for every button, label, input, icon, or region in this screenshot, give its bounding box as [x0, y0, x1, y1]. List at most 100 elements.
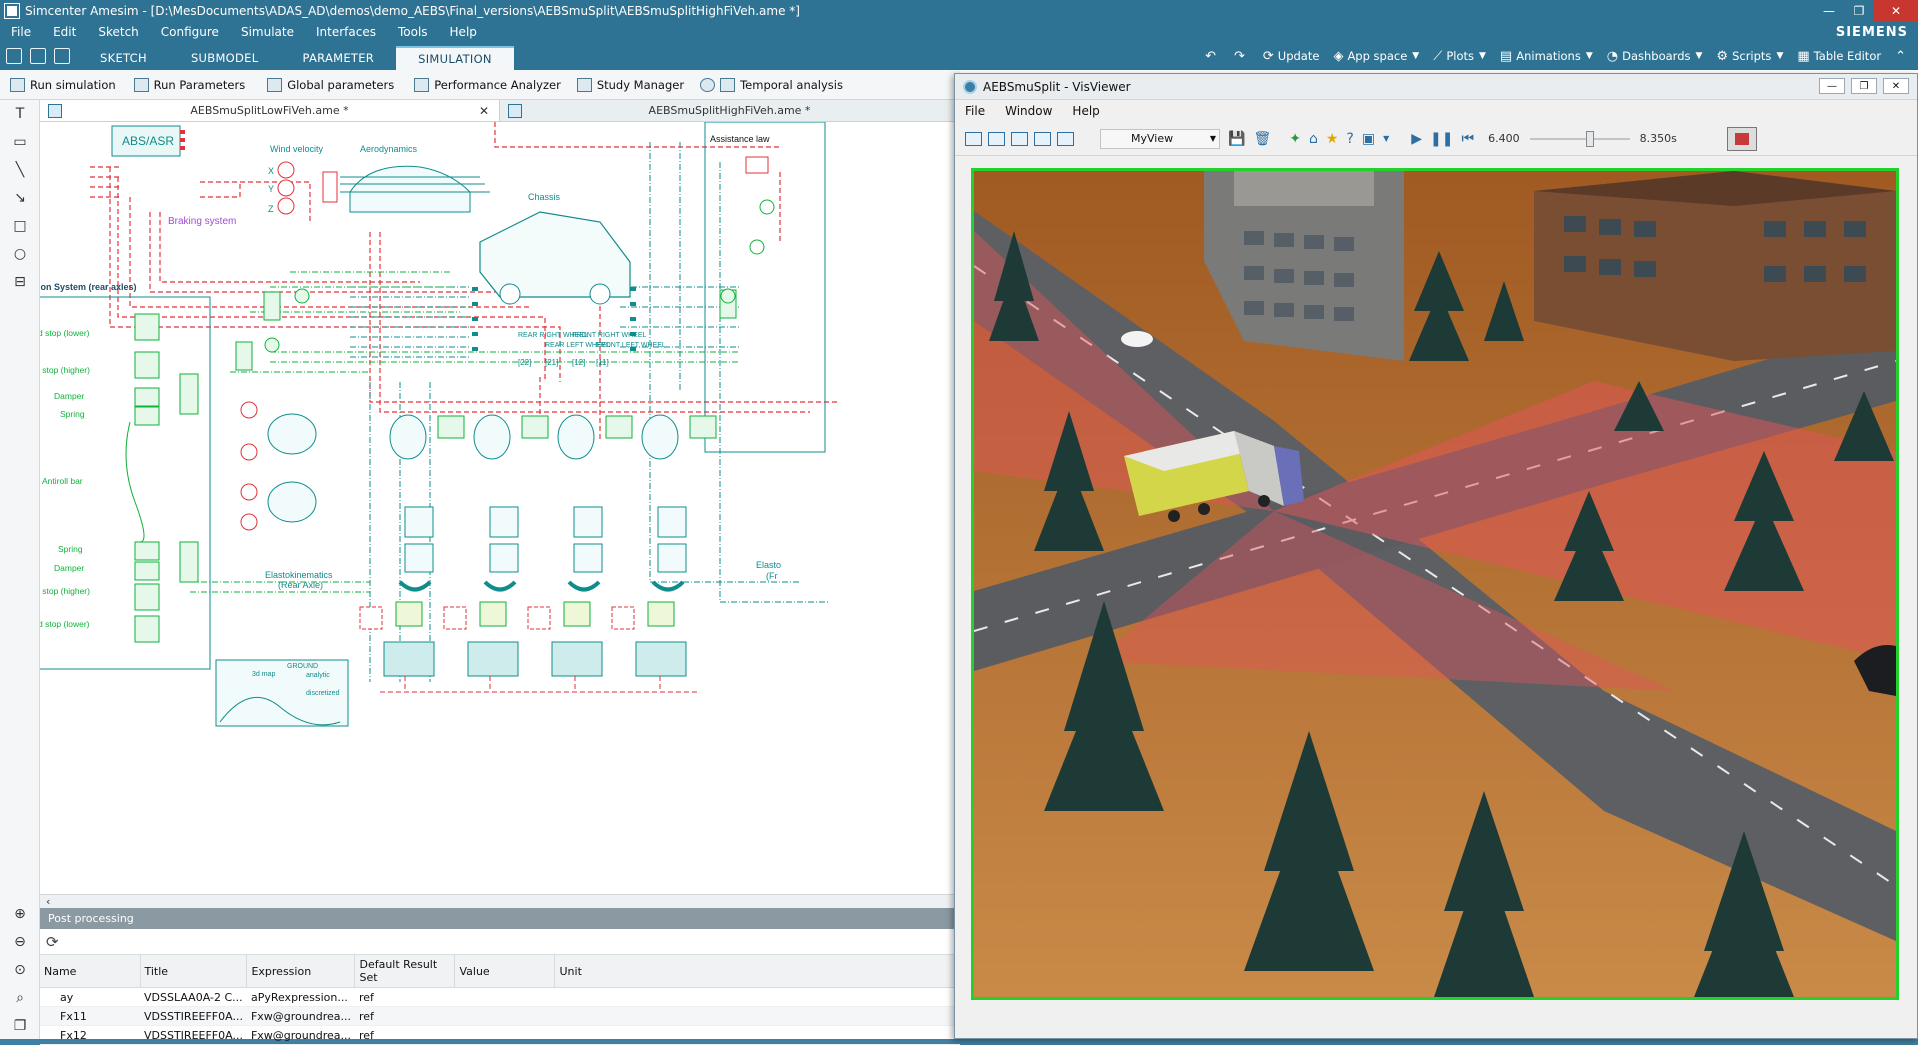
tab-highfi-document[interactable]: AEBSmuSplitHighFiVeh.ame * [500, 100, 960, 121]
tire-column-2[interactable] [473, 414, 519, 592]
text-tool-icon[interactable]: T [0, 100, 40, 128]
record-button[interactable] [1727, 127, 1757, 151]
layout-three-icon[interactable] [1034, 131, 1051, 146]
performance-analyzer-button[interactable]: Performance Analyzer [414, 77, 561, 92]
visviewer-minimize-button[interactable]: — [1819, 78, 1845, 94]
menu-interfaces[interactable]: Interfaces [305, 25, 387, 39]
zoom-out-icon[interactable]: ⊖ [0, 928, 40, 956]
vis-menu-help[interactable]: Help [1062, 104, 1109, 118]
update-button[interactable]: ⟳ Update [1263, 49, 1320, 64]
temporal-analysis-button[interactable]: Temporal analysis [700, 77, 843, 92]
ellipse-tool-icon[interactable]: ○ [0, 240, 40, 268]
white-car[interactable] [1121, 331, 1153, 347]
table-editor-button[interactable]: ▦ Table Editor [1797, 49, 1881, 64]
minimize-button[interactable]: — [1814, 0, 1844, 22]
view-select[interactable]: MyView ▼ [1100, 128, 1220, 149]
star-icon[interactable]: ★ [1326, 131, 1339, 147]
sketch-canvas[interactable]: ABS/ASR Wind velocity Aerodynamics X Y Z… [40, 122, 960, 894]
close-button[interactable]: ✕ [1874, 0, 1918, 22]
layout-single-icon[interactable] [965, 131, 982, 146]
global-parameters-button[interactable]: Global parameters [267, 77, 394, 92]
table-row[interactable]: ay VDSSLAA0A-2 C... aPyRexpression... re… [40, 987, 960, 1007]
pin-icon[interactable]: ✦ [1289, 131, 1301, 147]
mux-block[interactable] [322, 171, 338, 203]
help-icon[interactable]: ? [1346, 131, 1353, 147]
tab-lowfi-document[interactable]: AEBSmuSplitLowFiVeh.ame * ✕ [40, 100, 500, 121]
open-folder-icon[interactable] [30, 48, 46, 64]
scroll-left-icon[interactable]: ‹ [46, 895, 50, 908]
play-icon[interactable]: ▶ [1411, 131, 1422, 147]
road-blocks[interactable] [383, 641, 687, 677]
assistance-gain-block[interactable] [745, 156, 769, 174]
menu-edit[interactable]: Edit [42, 25, 87, 39]
save-view-icon[interactable]: 💾 [1228, 131, 1245, 147]
tire-column-1[interactable] [389, 414, 434, 592]
run-parameters-button[interactable]: Run Parameters [133, 77, 245, 92]
zoom-area-icon[interactable]: ⌕ [0, 984, 40, 1012]
align-tool-icon[interactable]: ⊟ [0, 268, 40, 296]
tab-simulation[interactable]: SIMULATION [396, 46, 514, 70]
ribbon-expand-button[interactable]: ⌃ [1895, 49, 1910, 64]
image-tool-icon[interactable]: ▭ [0, 128, 40, 156]
visviewer-maximize-button[interactable]: ❐ [1851, 78, 1877, 94]
run-simulation-button[interactable]: Run simulation [10, 77, 116, 92]
sketch-horizontal-scrollbar[interactable]: ‹ [40, 894, 960, 908]
aero-car-icon[interactable] [349, 165, 471, 213]
tab-submodel[interactable]: SUBMODEL [169, 46, 281, 70]
redo-button[interactable]: ↷ [1234, 49, 1249, 64]
save-icon[interactable] [54, 48, 70, 64]
table-row[interactable]: Fx12 VDSSTIREEFF0A... Fxw@groundrea... r… [40, 1025, 960, 1045]
visviewer-close-button[interactable]: ✕ [1883, 78, 1909, 94]
elasto-knuckles[interactable] [267, 413, 317, 523]
col-expression[interactable]: Expression [246, 955, 356, 988]
zoom-in-icon[interactable]: ⊕ [0, 900, 40, 928]
delete-view-icon[interactable]: 🗑 [1253, 131, 1271, 147]
assistance-source[interactable] [749, 239, 765, 255]
chassis-car-icon[interactable] [479, 211, 631, 298]
menu-sketch[interactable]: Sketch [87, 25, 149, 39]
maximize-button[interactable]: ❐ [1844, 0, 1874, 22]
menu-help[interactable]: Help [439, 25, 488, 39]
arrow-tool-icon[interactable]: ↘ [0, 184, 40, 212]
suspension-components[interactable] [125, 313, 199, 643]
rectangle-tool-icon[interactable]: □ [0, 212, 40, 240]
col-value[interactable]: Value [454, 955, 556, 988]
assistance-sensor[interactable] [759, 199, 775, 215]
menu-file[interactable]: File [0, 25, 42, 39]
col-unit[interactable]: Unit [554, 955, 960, 988]
layout-split-vertical-icon[interactable] [988, 131, 1005, 146]
scripts-button[interactable]: ⚙ Scripts ▼ [1716, 49, 1783, 64]
app-space-button[interactable]: ◈ App space ▼ [1333, 49, 1419, 64]
undo-button[interactable]: ↶ [1205, 49, 1220, 64]
line-tool-icon[interactable]: ╲ [0, 156, 40, 184]
col-name[interactable]: Name [40, 955, 141, 988]
col-default-result-set[interactable]: Default Result Set [354, 955, 456, 988]
dashboards-button[interactable]: ◔ Dashboards ▼ [1607, 49, 1703, 64]
layers-icon[interactable]: ❐ [0, 1012, 40, 1040]
animations-button[interactable]: ▤ Animations ▼ [1500, 49, 1593, 64]
plots-button[interactable]: ⟋ Plots ▼ [1433, 49, 1486, 64]
tire-column-4[interactable] [641, 414, 687, 592]
home-icon[interactable]: ⌂ [1309, 131, 1318, 147]
tab-parameter[interactable]: PARAMETER [280, 46, 396, 70]
chevron-down-icon[interactable]: ▼ [1383, 134, 1389, 143]
rewind-icon[interactable]: ⏮ [1461, 131, 1474, 147]
time-slider-knob[interactable] [1585, 130, 1594, 147]
pause-icon[interactable]: ❚❚ [1430, 131, 1453, 147]
close-tab-icon[interactable]: ✕ [479, 104, 489, 118]
table-row[interactable]: Fx11 VDSSTIREEFF0A... Fxw@groundrea... r… [40, 1006, 960, 1026]
layout-quad-icon[interactable] [1057, 131, 1074, 146]
zoom-fit-icon[interactable]: ⊙ [0, 956, 40, 984]
menu-tools[interactable]: Tools [387, 25, 439, 39]
col-title[interactable]: Title [140, 955, 248, 988]
vis-menu-file[interactable]: File [955, 104, 995, 118]
new-file-icon[interactable] [6, 48, 22, 64]
study-manager-button[interactable]: Study Manager [576, 77, 684, 92]
wind-sources[interactable] [277, 161, 295, 215]
refresh-icon[interactable]: ⟳ [46, 933, 59, 951]
time-slider[interactable] [1529, 130, 1630, 147]
menu-configure[interactable]: Configure [150, 25, 230, 39]
layout-split-horizontal-icon[interactable] [1011, 131, 1028, 146]
menu-simulate[interactable]: Simulate [230, 25, 305, 39]
tab-sketch[interactable]: SKETCH [78, 46, 169, 70]
